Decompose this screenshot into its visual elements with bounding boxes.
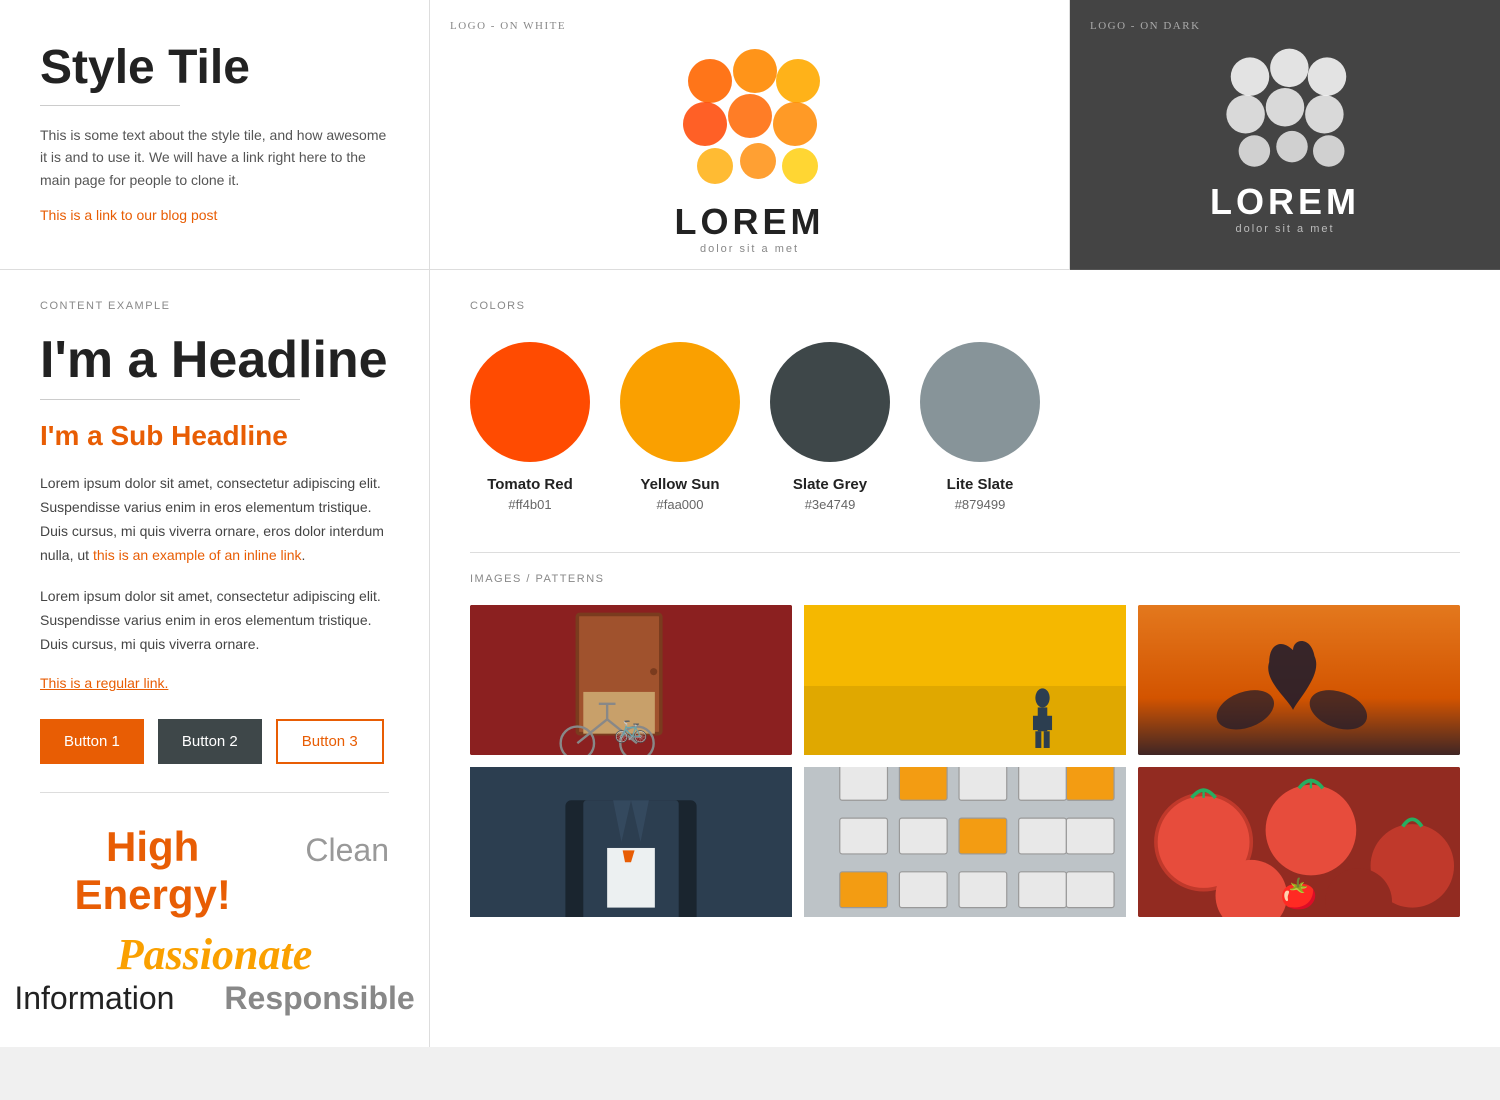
colors-images-section: COLORS Tomato Red #ff4b01 Yellow Sun #fa… (430, 270, 1500, 1047)
logo-white-main: LOREM (675, 201, 825, 243)
color-name-tomato: Tomato Red (487, 476, 573, 493)
logo-dark-sub: dolor sit a met (1210, 223, 1360, 235)
typo-clean: Clean (305, 832, 389, 869)
button-1[interactable]: Button 1 (40, 719, 144, 764)
color-tomato-red: Tomato Red #ff4b01 (470, 342, 590, 512)
color-lite-slate: Lite Slate #879499 (920, 342, 1040, 512)
color-hex-yellow: #faa000 (657, 497, 704, 512)
logo-on-white: LOGO - ON WHITE LOREM dolor sit a met (430, 0, 1070, 270)
style-tile-title: Style Tile (40, 40, 389, 95)
typo-high-energy: High Energy! (40, 823, 265, 919)
color-slate-grey: Slate Grey #3e4749 (770, 342, 890, 512)
button-3[interactable]: Button 3 (276, 719, 384, 764)
color-circle-yellow (620, 342, 740, 462)
logo-white-sub: dolor sit a met (675, 243, 825, 255)
image-heart-silhouette (1138, 605, 1460, 755)
typo-row-3: Information Responsible (40, 980, 389, 1017)
color-circle-tomato (470, 342, 590, 462)
content-example-section: CONTENT EXAMPLE I'm a Headline I'm a Sub… (0, 270, 430, 1047)
typography-section: High Energy! Clean Passionate Informatio… (40, 823, 389, 1017)
typo-passionate: Passionate (117, 930, 313, 979)
logo-on-dark-label: LOGO - ON DARK (1070, 20, 1201, 32)
blog-link[interactable]: This is a link to our blog post (40, 207, 217, 223)
typo-information: Information (14, 980, 174, 1017)
color-circle-lite (920, 342, 1040, 462)
style-tile-description: This is some text about the style tile, … (40, 124, 389, 191)
colors-label: COLORS (470, 300, 1460, 312)
image-tomatoes (1138, 767, 1460, 917)
images-label: IMAGES / PATTERNS (470, 552, 1460, 585)
color-hex-tomato: #ff4b01 (508, 497, 551, 512)
image-building (804, 767, 1126, 917)
color-yellow-sun: Yellow Sun #faa000 (620, 342, 740, 512)
logo-white-container: LOREM dolor sit a met (670, 46, 830, 255)
style-tile-intro: Style Tile This is some text about the s… (0, 0, 430, 270)
content-example-label: CONTENT EXAMPLE (40, 300, 389, 312)
logo-on-white-label: LOGO - ON WHITE (430, 20, 566, 32)
image-yellow-wall (804, 605, 1126, 755)
typo-row-2: Passionate (40, 929, 389, 980)
logo-dark-svg (1215, 46, 1355, 186)
button-2[interactable]: Button 2 (158, 719, 262, 764)
typo-row-1: High Energy! Clean (40, 823, 389, 919)
color-circle-slate (770, 342, 890, 462)
colors-row: Tomato Red #ff4b01 Yellow Sun #faa000 Sl… (470, 342, 1460, 512)
color-name-lite: Lite Slate (947, 476, 1014, 493)
inline-link[interactable]: this is an example of an inline link (93, 547, 302, 563)
color-name-yellow: Yellow Sun (640, 476, 719, 493)
main-headline: I'm a Headline (40, 332, 389, 389)
logo-dark-container: LOREM dolor sit a met (1210, 46, 1360, 235)
logo-on-dark: LOGO - ON DARK LOREM dolor sit a met (1070, 0, 1500, 270)
sub-headline: I'm a Sub Headline (40, 420, 389, 452)
body-paragraph-1: Lorem ipsum dolor sit amet, consectetur … (40, 472, 389, 567)
title-divider (40, 105, 180, 106)
image-suit-man (470, 767, 792, 917)
headline-divider (40, 399, 300, 400)
buttons-row: Button 1 Button 2 Button 3 (40, 719, 389, 764)
color-name-slate: Slate Grey (793, 476, 867, 493)
image-red-door (470, 605, 792, 755)
logo-white-svg (670, 46, 830, 206)
logo-dark-main: LOREM (1210, 181, 1360, 223)
typo-responsible: Responsible (224, 980, 414, 1017)
color-hex-lite: #879499 (955, 497, 1006, 512)
color-hex-slate: #3e4749 (805, 497, 856, 512)
body-paragraph-2: Lorem ipsum dolor sit amet, consectetur … (40, 585, 389, 656)
images-grid (470, 605, 1460, 917)
regular-link[interactable]: This is a regular link. (40, 675, 389, 691)
section-divider (40, 792, 389, 793)
